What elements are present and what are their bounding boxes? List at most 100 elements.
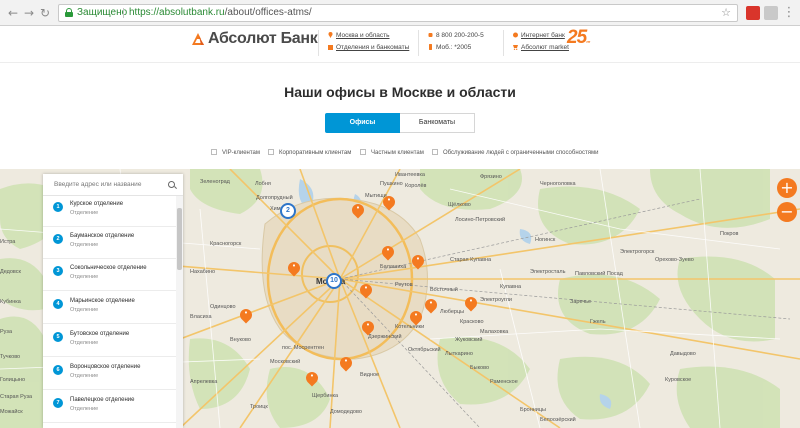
office-pin[interactable]: • (407, 308, 425, 326)
list-item[interactable]: 2 Бауманское отделение Отделение (43, 228, 176, 259)
office-pin[interactable]: • (462, 294, 480, 312)
office-pin[interactable]: • (349, 201, 367, 219)
secure-label: Защищено (77, 7, 128, 18)
accessibility-checkbox[interactable] (432, 149, 438, 155)
item-number-badge: 2 (53, 234, 63, 244)
phone-number[interactable]: 8 800 200-200-5 (428, 32, 484, 39)
map-label-domodedovo: Домодедово (330, 409, 362, 415)
office-name: Павелецкое отделение (70, 397, 135, 403)
map-label-ruza: Руза (0, 329, 12, 335)
forward-arrow-icon[interactable]: → (22, 6, 36, 20)
tab-atms[interactable]: Банкоматы (400, 113, 475, 133)
menu-icon[interactable]: ⋮ (782, 6, 796, 20)
back-arrow-icon[interactable]: ← (6, 6, 20, 20)
extension-icon[interactable] (764, 6, 778, 20)
header-border (0, 62, 800, 63)
office-name: Сокольническое отделение (70, 265, 147, 271)
map-label-shcherbinka: Щербинка (312, 393, 339, 399)
tab-offices[interactable]: Офисы (325, 113, 400, 133)
url-path: /about/offices-atms/ (224, 7, 312, 18)
adblock-extension-icon[interactable] (746, 6, 760, 20)
bookmark-star-icon[interactable]: ☆ (721, 5, 731, 21)
header-divider (418, 30, 419, 56)
office-pin[interactable]: • (380, 193, 398, 211)
search-icon[interactable] (168, 181, 175, 188)
office-pin[interactable]: • (357, 281, 375, 299)
zoom-out-button[interactable]: − (777, 202, 797, 222)
office-pin[interactable]: • (422, 296, 440, 314)
logo-text[interactable]: Абсолют Банк (208, 30, 318, 48)
map-label-nakhabino: Нахабино (190, 269, 216, 275)
offices-atms-link[interactable]: Отделения и банкоматы (328, 44, 409, 51)
internet-bank-icon (513, 32, 518, 38)
map-label-bykovo: Быково (470, 365, 490, 371)
map-label-noginsk: Ногинск (535, 237, 556, 243)
map-label-istra: Истра (0, 239, 16, 245)
item-number-badge: 4 (53, 299, 63, 309)
scrollbar-thumb[interactable] (177, 208, 182, 270)
address-bar[interactable]: Защищено https://absolutbank.ru/about/of… (58, 4, 738, 22)
zoom-in-button[interactable]: + (777, 178, 797, 198)
filter-private[interactable]: Частным клиентам (360, 149, 424, 156)
office-pin[interactable]: • (379, 243, 397, 261)
list-item[interactable]: 7 Павелецкое отделение Отделение (43, 392, 176, 423)
list-item[interactable]: 4 Марьинское отделение Отделение (43, 293, 176, 324)
office-type: Отделение (70, 340, 99, 346)
market-label: Абсолют market (521, 44, 569, 51)
absolut-logo-icon[interactable] (190, 31, 206, 47)
map-label-pushkino: Пушкино (380, 181, 403, 187)
office-type: Отделение (70, 373, 99, 379)
office-cluster[interactable]: 10 (326, 273, 342, 289)
map-label-ivanteevka: Ивантеевка (395, 172, 425, 178)
address-search[interactable]: Введите адрес или название (43, 174, 183, 196)
office-pin[interactable]: • (359, 318, 377, 336)
filter-vip[interactable]: VIP-клиентам (211, 149, 260, 156)
map-label-odintsovo: Одинцово (210, 304, 236, 310)
map-label-elektrostal: Электросталь (530, 269, 566, 275)
market-link[interactable]: Абсолют market (513, 44, 569, 51)
office-name: Воронцовское отделение (70, 364, 141, 370)
mobile-label: Моб.: *2005 (436, 44, 472, 51)
map-label-lyubertsy: Люберцы (440, 309, 465, 315)
filter-bar: VIP-клиентам Корпоративным клиентам Част… (0, 149, 800, 159)
region-link[interactable]: Москва и область (328, 32, 390, 39)
map-label-tuchkovo: Тучково (0, 354, 21, 360)
mobile-phone-icon (429, 44, 432, 50)
map-label-krasnogorsk: Красногорск (210, 241, 242, 247)
filter-accessibility[interactable]: Обслуживание людей с ограниченными спосо… (432, 149, 598, 156)
search-input[interactable]: Введите адрес или название (54, 181, 141, 188)
office-pin[interactable]: • (337, 354, 355, 372)
offices-link-label: Отделения и банкоматы (336, 44, 410, 51)
internet-bank-link[interactable]: Интернет банк (513, 32, 565, 39)
mobile-number[interactable]: Моб.: *2005 (428, 44, 471, 51)
office-pin[interactable]: • (237, 306, 255, 324)
list-item[interactable]: 3 Сокольническое отделение Отделение (43, 260, 176, 291)
vip-checkbox[interactable] (211, 149, 217, 155)
list-item[interactable]: 6 Воронцовское отделение Отделение (43, 359, 176, 390)
reload-icon[interactable]: ↻ (38, 6, 52, 20)
private-checkbox[interactable] (360, 149, 366, 155)
list-scrollbar[interactable] (176, 196, 183, 428)
map-label-vlasikha: Власиха (190, 314, 212, 320)
map-label-zelenograd: Зеленоград (200, 179, 230, 185)
corporate-checkbox[interactable] (268, 149, 274, 155)
browser-toolbar: ← → ↻ Защищено https://absolutbank.ru/ab… (0, 0, 800, 26)
map-label-oktyabrsky: Октябрьский (408, 347, 441, 353)
office-type: Отделение (70, 307, 99, 313)
map-label-lobnya: Лобня (255, 181, 271, 187)
header-divider (503, 30, 504, 56)
office-pin[interactable]: • (285, 259, 303, 277)
item-number-badge: 3 (53, 266, 63, 276)
filter-corporate[interactable]: Корпоративным клиентам (268, 149, 351, 156)
map-label-zhukovsky: Жуковский (455, 337, 483, 343)
office-cluster[interactable]: 2 (280, 203, 296, 219)
list-item[interactable]: 1 Курское отделение Отделение (43, 196, 176, 227)
list-item[interactable]: 5 Бутовское отделение Отделение (43, 326, 176, 357)
url-text[interactable]: https://absolutbank.ru/about/offices-atm… (129, 5, 312, 21)
item-number-badge: 7 (53, 398, 63, 408)
office-pin[interactable]: • (409, 252, 427, 270)
internet-bank-label: Интернет банк (521, 32, 565, 39)
filter-vip-label: VIP-клиентам (222, 150, 261, 156)
office-pin[interactable]: • (303, 369, 321, 387)
map-label-zarechye: Заречье (570, 299, 592, 305)
